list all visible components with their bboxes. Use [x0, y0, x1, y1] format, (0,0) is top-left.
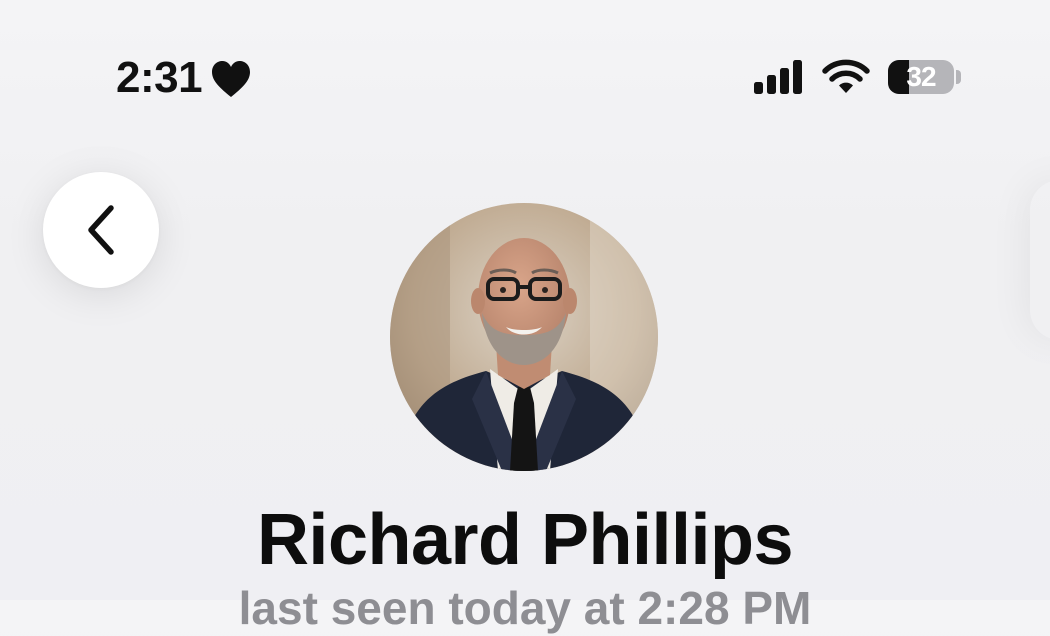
edge-shadow — [1030, 180, 1050, 340]
battery-level: 32 — [906, 61, 936, 92]
battery-body: 32 — [888, 60, 954, 94]
signal-icon — [754, 60, 802, 94]
status-bar: 2:31 32 — [0, 0, 1050, 150]
battery-cap — [956, 70, 961, 84]
last-seen-status: last seen today at 2:28 PM — [238, 582, 812, 634]
wifi-icon — [822, 59, 870, 93]
chevron-left-icon — [88, 205, 114, 255]
avatar-photo — [390, 203, 658, 471]
status-time-group: 2:31 — [116, 52, 252, 104]
status-time: 2:31 — [116, 53, 203, 102]
contact-name: Richard Phillips — [256, 500, 794, 580]
battery-icon: 32 — [888, 58, 962, 96]
avatar[interactable] — [390, 203, 658, 471]
status-indicators: 32 — [752, 58, 962, 96]
heart-icon — [212, 61, 251, 97]
back-button[interactable] — [43, 172, 159, 288]
